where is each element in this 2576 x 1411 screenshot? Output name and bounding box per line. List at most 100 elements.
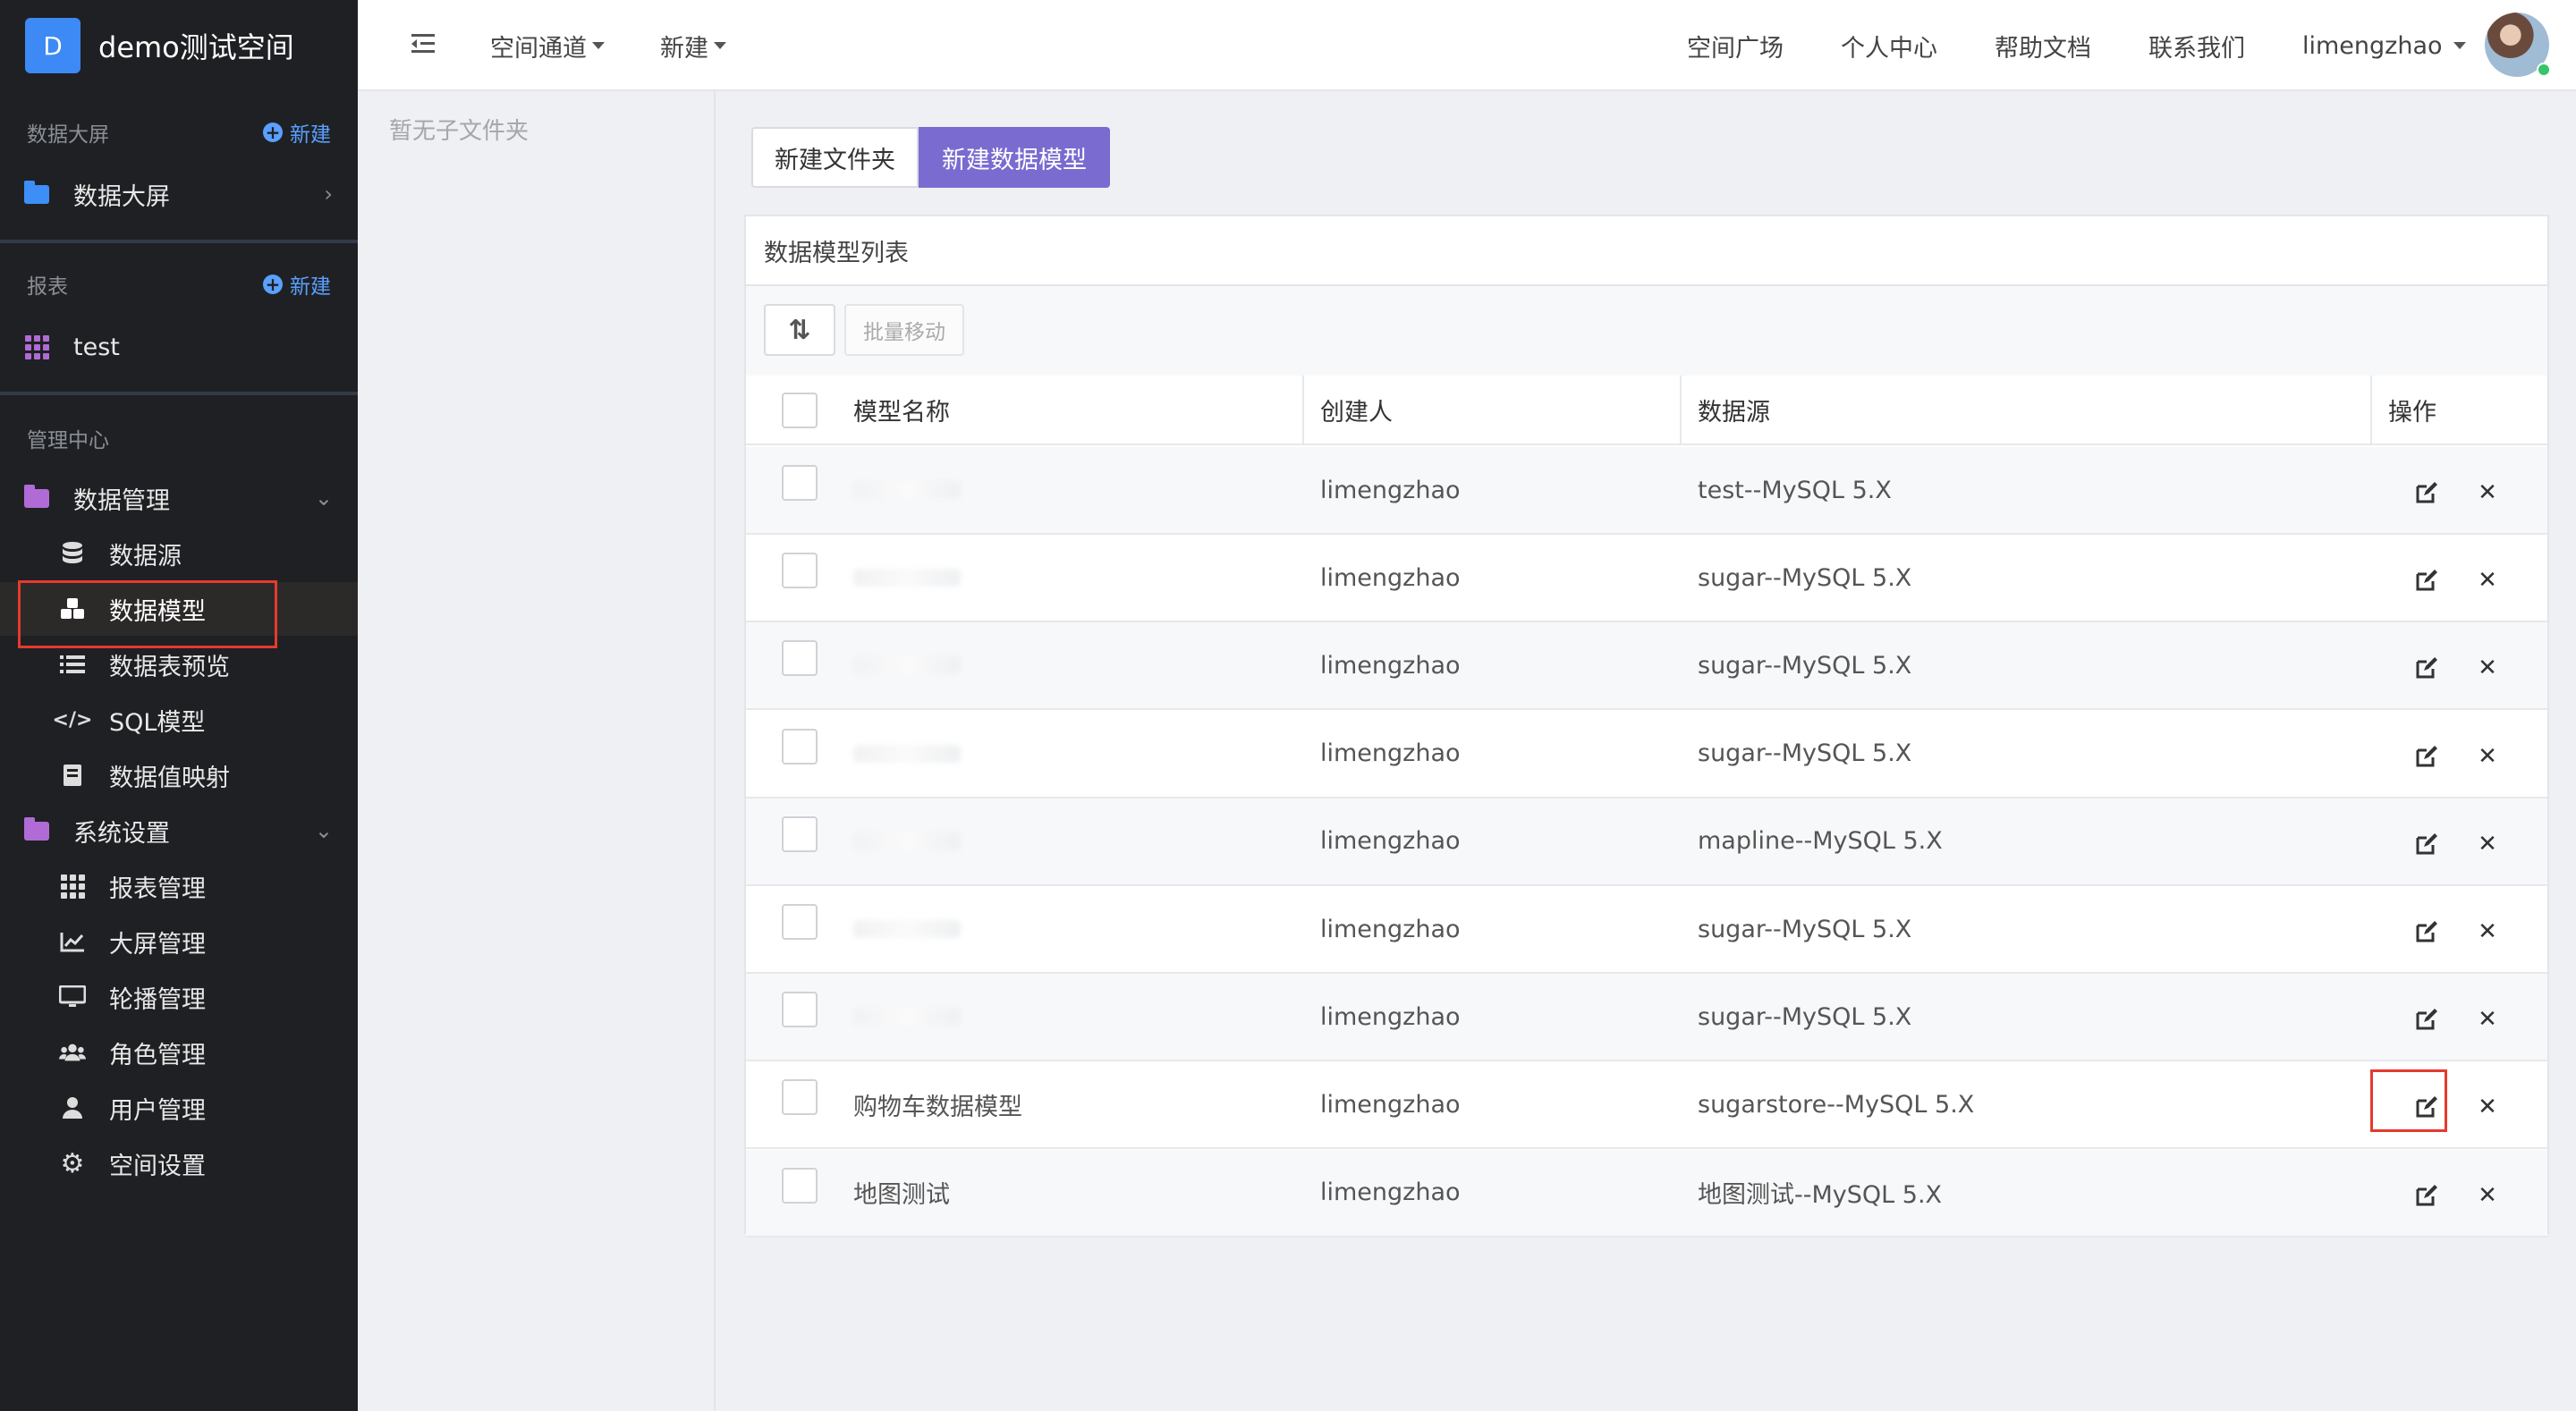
users-icon [59,1039,86,1066]
table-row[interactable]: limengzhao sugar--MySQL 5.X ✕ [746,622,2547,711]
nav-help-docs[interactable]: 帮助文档 [1995,0,2091,91]
edit-icon[interactable] [2411,477,2442,508]
edit-icon[interactable] [2411,1004,2442,1035]
sidebar-item-role-mgmt[interactable]: 角色管理 [0,1026,358,1079]
sidebar-item-user-mgmt[interactable]: 用户管理 [0,1081,358,1135]
delete-icon[interactable]: ✕ [2472,565,2503,596]
sidebar-item-report-mgmt[interactable]: 报表管理 [0,859,358,913]
edit-icon[interactable] [2411,565,2442,596]
model-name-cell[interactable]: 购物车数据模型 [853,1061,1022,1147]
section-header-report: 报表 + 新建 [0,266,358,302]
divider [0,240,358,243]
chevron-right-icon: › [324,182,333,207]
row-checkbox[interactable] [782,553,818,589]
nav-contact-us[interactable]: 联系我们 [2148,0,2245,91]
model-name-cell[interactable] [853,886,961,972]
brand[interactable]: D demo测试空间 [0,0,358,91]
edit-icon[interactable] [2411,653,2442,683]
model-name-cell[interactable]: 地图测试 [853,1150,950,1236]
new-report-button[interactable]: + 新建 [263,269,331,300]
edit-icon[interactable] [2411,917,2442,947]
datasource-cell: mapline--MySQL 5.X [1698,827,1943,856]
delete-icon[interactable]: ✕ [2472,1092,2503,1122]
table-row[interactable]: limengzhao sugar--MySQL 5.X ✕ [746,974,2547,1062]
sidebar-item-report-test[interactable]: test [0,320,358,374]
new-data-model-button[interactable]: 新建数据模型 [919,127,1110,188]
edit-icon[interactable] [2411,1092,2442,1122]
table-row[interactable]: limengzhao mapline--MySQL 5.X ✕ [746,798,2547,886]
model-name-cell[interactable] [853,447,961,533]
table-row[interactable]: limengzhao sugar--MySQL 5.X ✕ [746,710,2547,798]
delete-icon[interactable]: ✕ [2472,741,2503,772]
edit-icon[interactable] [2411,829,2442,859]
table-row[interactable]: 地图测试 limengzhao 地图测试--MySQL 5.X ✕ [746,1149,2547,1238]
new-folder-button[interactable]: 新建文件夹 [751,127,919,188]
section-title: 数据大屏 [27,123,109,147]
caret-down-icon [2453,42,2466,49]
delete-icon[interactable]: ✕ [2472,917,2503,947]
edit-icon[interactable] [2411,741,2442,772]
model-name-cell[interactable] [853,974,961,1060]
delete-icon[interactable]: ✕ [2472,1180,2503,1211]
column-divider [1302,376,1304,444]
row-checkbox[interactable] [782,1167,818,1204]
sidebar-item-space-settings[interactable]: ⚙ 空间设置 [0,1136,358,1190]
batch-move-button[interactable]: 批量移动 [844,304,964,356]
delete-icon[interactable]: ✕ [2472,653,2503,683]
menu-collapse-icon[interactable] [411,32,435,55]
row-checkbox[interactable] [782,815,818,852]
sidebar-item-bigscreen-mgmt[interactable]: 大屏管理 [0,915,358,968]
header-creator[interactable]: 创建人 [1320,376,1393,444]
model-name-cell[interactable] [853,622,961,708]
nav-space-square[interactable]: 空间广场 [1687,0,1784,91]
card-title: 数据模型列表 [764,239,909,267]
creator-cell: limengzhao [1320,915,1461,943]
row-checkbox[interactable] [782,904,818,940]
grid-icon [23,334,50,360]
sort-button[interactable]: ⇅ [764,304,835,356]
header-datasource[interactable]: 数据源 [1698,376,1770,444]
sidebar-item-data-management[interactable]: 数据管理 ⌄ [0,471,358,525]
row-checkbox[interactable] [782,728,818,765]
new-bigscreen-button[interactable]: + 新建 [263,117,331,148]
sidebar-item-system-settings[interactable]: 系统设置 ⌄ [0,804,358,858]
sidebar-item-sql-model[interactable]: </> SQL模型 [0,693,358,747]
table-row[interactable]: limengzhao sugar--MySQL 5.X ✕ [746,886,2547,974]
sidebar-item-datamodel[interactable]: 数据模型 [0,582,358,636]
user-menu[interactable]: limengzhao [2302,0,2466,91]
nav-personal-center[interactable]: 个人中心 [1841,0,1937,91]
datasource-cell: sugar--MySQL 5.X [1698,1002,1912,1031]
sidebar-item-label: 报表管理 [109,874,206,903]
delete-icon[interactable]: ✕ [2472,1004,2503,1035]
action-buttons: 新建文件夹 新建数据模型 [751,127,1110,188]
row-checkbox[interactable] [782,640,818,677]
sidebar-item-label: 数据值映射 [109,764,230,792]
section-title: 管理中心 [27,429,109,452]
row-checkbox[interactable] [782,1079,818,1116]
header-model-name[interactable]: 模型名称 [853,376,950,444]
delete-icon[interactable]: ✕ [2472,477,2503,508]
edit-icon[interactable] [2411,1180,2442,1211]
new-menu[interactable]: 新建 [660,0,726,91]
sidebar-item-bigscreen[interactable]: 数据大屏 › [0,167,358,221]
table-row[interactable]: limengzhao sugar--MySQL 5.X ✕ [746,535,2547,623]
delete-icon[interactable]: ✕ [2472,829,2503,859]
folder-icon [23,484,50,511]
row-checkbox[interactable] [782,992,818,1028]
sort-icon: ⇅ [788,314,811,346]
select-all-checkbox[interactable] [782,393,818,428]
model-name-cell[interactable] [853,535,961,621]
sidebar-item-carousel-mgmt[interactable]: 轮播管理 [0,970,358,1024]
row-checkbox[interactable] [782,465,818,501]
sidebar-item-datasource[interactable]: 数据源 [0,527,358,580]
sidebar-item-label: test [73,333,120,361]
table-row[interactable]: limengzhao test--MySQL 5.X ✕ [746,447,2547,535]
table-row[interactable]: 购物车数据模型 limengzhao sugarstore--MySQL 5.X ✕ [746,1061,2547,1150]
sidebar-item-label: 数据大屏 [73,182,170,211]
space-channel-menu[interactable]: 空间通道 [490,0,605,91]
model-name-cell[interactable] [853,798,961,884]
sidebar-item-table-preview[interactable]: 数据表预览 [0,638,358,691]
space-name: demo测试空间 [98,30,294,64]
model-name-cell[interactable] [853,711,961,797]
sidebar-item-value-mapping[interactable]: 数据值映射 [0,748,358,802]
